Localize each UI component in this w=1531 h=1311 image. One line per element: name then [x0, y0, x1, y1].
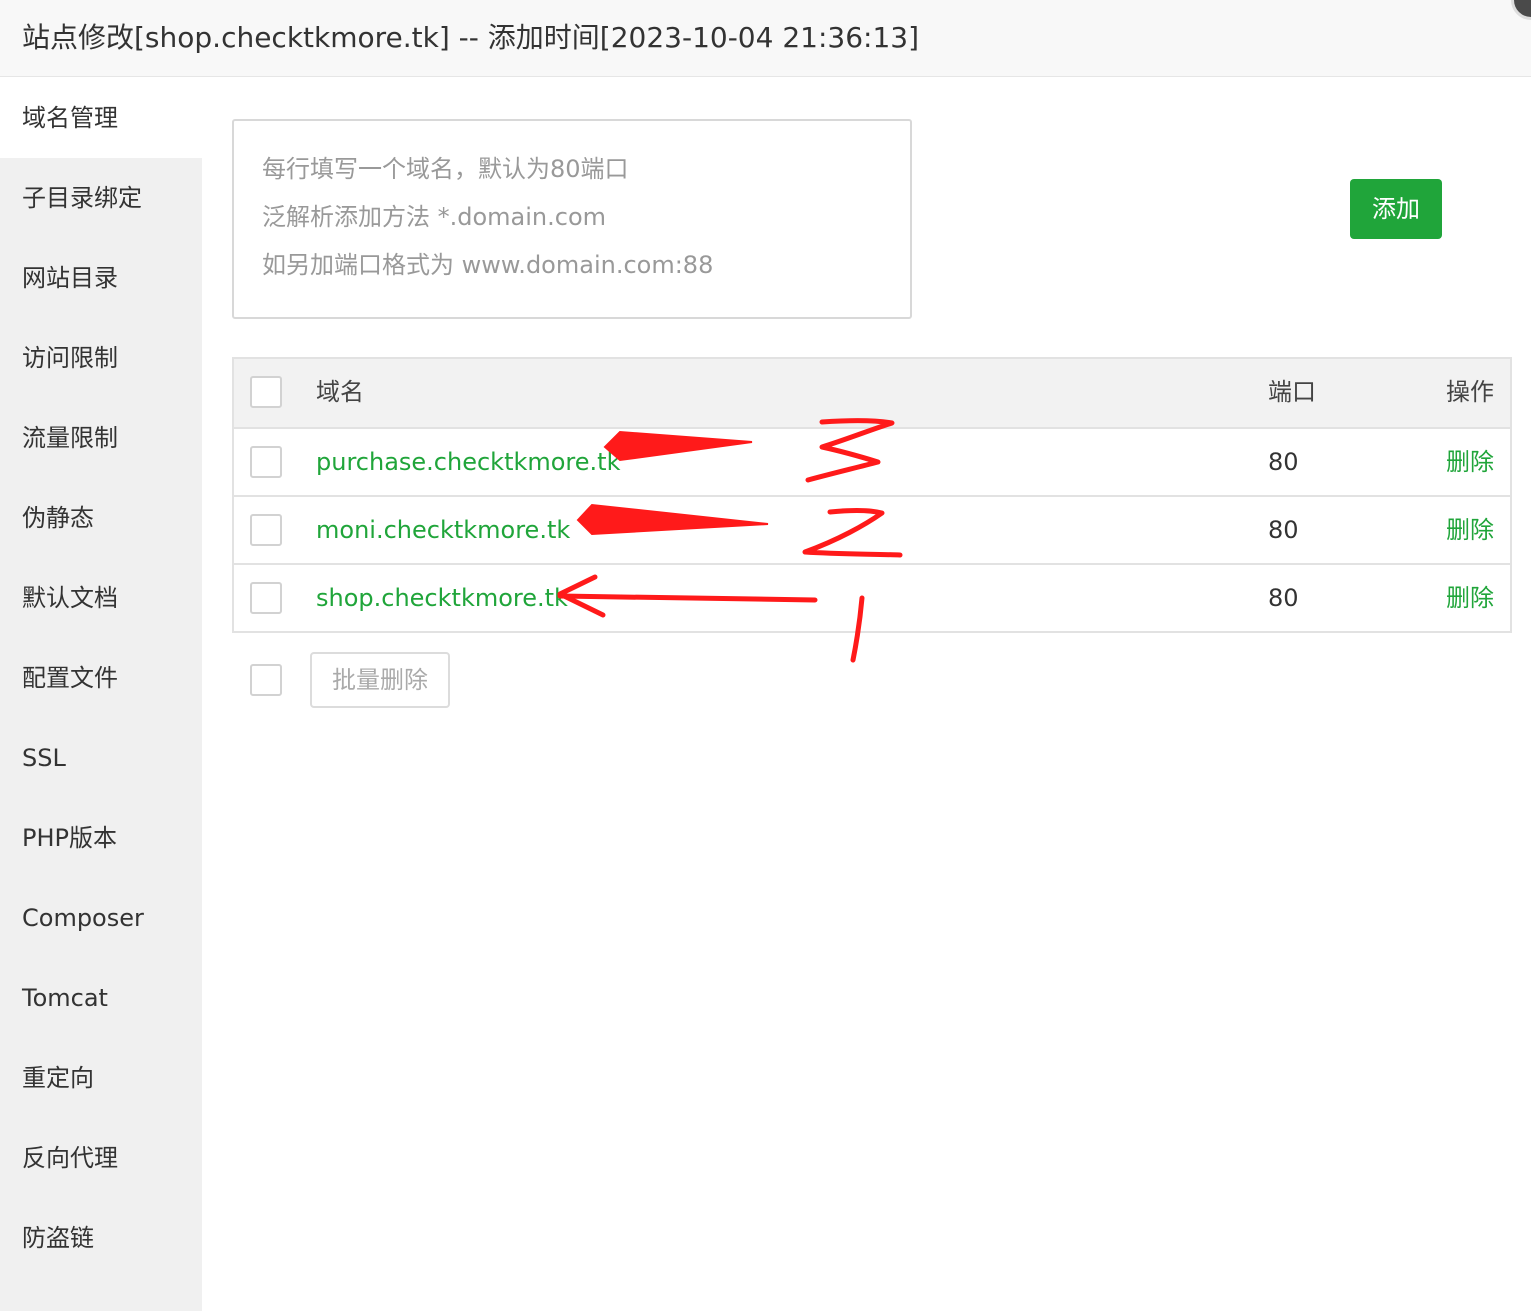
select-all-checkbox[interactable]	[250, 376, 282, 408]
sidebar: 域名管理 子目录绑定 网站目录 访问限制 流量限制 伪静态 默认文档 配置文件 …	[0, 78, 202, 1311]
placeholder-line: 如另加端口格式为 www.domain.com:88	[262, 251, 714, 279]
sidebar-item-config-file[interactable]: 配置文件	[0, 638, 202, 718]
port-value: 80	[1268, 516, 1299, 544]
domain-input[interactable]: 每行填写一个域名，默认为80端口 泛解析添加方法 *.domain.com 如另…	[232, 119, 912, 319]
sidebar-item-redirect[interactable]: 重定向	[0, 1038, 202, 1118]
sidebar-item-hotlink-protection[interactable]: 防盗链	[0, 1198, 202, 1278]
port-value: 80	[1268, 448, 1299, 476]
window-title: 站点修改[shop.checktkmore.tk] -- 添加时间[2023-1…	[22, 21, 920, 54]
sidebar-item-site-directory[interactable]: 网站目录	[0, 238, 202, 318]
port-value: 80	[1268, 584, 1299, 612]
close-icon[interactable]	[1511, 0, 1531, 20]
sidebar-item-domain-management[interactable]: 域名管理	[0, 78, 202, 158]
domain-link[interactable]: purchase.checktkmore.tk	[316, 429, 620, 495]
row-checkbox[interactable]	[250, 582, 282, 614]
header-domain: 域名	[316, 378, 364, 406]
delete-link[interactable]: 删除	[1446, 497, 1494, 563]
delete-link[interactable]: 删除	[1446, 429, 1494, 495]
add-button[interactable]: 添加	[1350, 179, 1442, 239]
placeholder-line: 泛解析添加方法 *.domain.com	[262, 203, 607, 231]
table-row: shop.checktkmore.tk 80 删除	[234, 563, 1510, 631]
batch-delete-button[interactable]: 批量删除	[310, 652, 450, 708]
row-checkbox[interactable]	[250, 446, 282, 478]
title-bar: 站点修改[shop.checktkmore.tk] -- 添加时间[2023-1…	[0, 0, 1531, 77]
sidebar-item-access-restriction[interactable]: 访问限制	[0, 318, 202, 398]
batch-select-checkbox[interactable]	[250, 664, 282, 696]
table-row: purchase.checktkmore.tk 80 删除	[234, 427, 1510, 495]
header-port: 端口	[1268, 378, 1316, 406]
sidebar-item-php-version[interactable]: PHP版本	[0, 798, 202, 878]
sidebar-item-tomcat[interactable]: Tomcat	[0, 958, 202, 1038]
domain-table: 域名 端口 操作 purchase.checktkmore.tk 80 删除 m…	[232, 357, 1512, 633]
delete-link[interactable]: 删除	[1446, 565, 1494, 631]
sidebar-item-subdirectory-binding[interactable]: 子目录绑定	[0, 158, 202, 238]
domain-link[interactable]: moni.checktkmore.tk	[316, 497, 570, 563]
table-row: moni.checktkmore.tk 80 删除	[234, 495, 1510, 563]
placeholder-line: 每行填写一个域名，默认为80端口	[262, 155, 629, 183]
domain-link[interactable]: shop.checktkmore.tk	[316, 565, 568, 631]
sidebar-item-reverse-proxy[interactable]: 反向代理	[0, 1118, 202, 1198]
sidebar-item-default-document[interactable]: 默认文档	[0, 558, 202, 638]
table-header: 域名 端口 操作	[234, 359, 1510, 427]
sidebar-item-rewrite[interactable]: 伪静态	[0, 478, 202, 558]
row-checkbox[interactable]	[250, 514, 282, 546]
sidebar-item-traffic-limit[interactable]: 流量限制	[0, 398, 202, 478]
sidebar-item-composer[interactable]: Composer	[0, 878, 202, 958]
header-action: 操作	[1446, 378, 1494, 406]
sidebar-item-ssl[interactable]: SSL	[0, 718, 202, 798]
